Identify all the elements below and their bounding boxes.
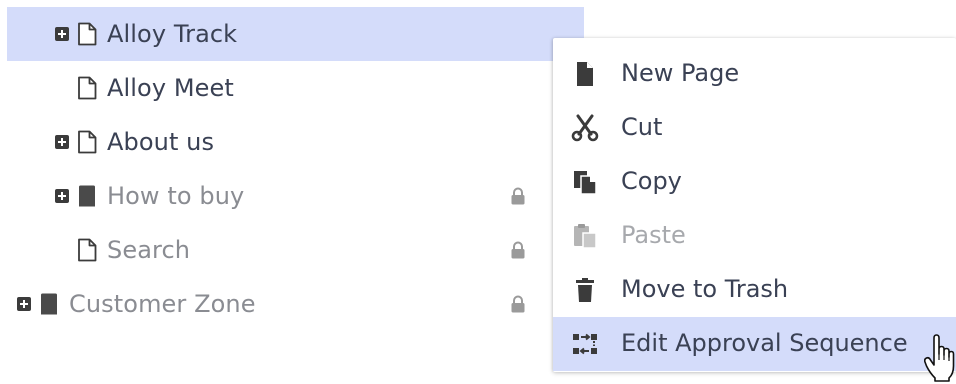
lock-icon xyxy=(511,241,525,259)
cms-page-tree-screen: Alloy Track Alloy Meet About us How to b… xyxy=(0,0,956,384)
menu-item-label: Cut xyxy=(621,113,663,141)
expand-icon[interactable] xyxy=(55,189,69,203)
context-menu: New Page Cut Copy Paste Move to Trash Ed… xyxy=(553,38,956,372)
tree-item-label: Alloy Track xyxy=(107,20,238,48)
tree-item-search[interactable]: Search xyxy=(7,223,584,277)
lock-icon xyxy=(511,295,525,313)
page-icon xyxy=(78,238,97,262)
tree-item-label: Customer Zone xyxy=(69,290,256,318)
menu-item-label: Edit Approval Sequence xyxy=(621,329,908,357)
tree-item-alloy-meet[interactable]: Alloy Meet xyxy=(7,61,584,115)
page-icon xyxy=(78,22,97,46)
menu-item-label: Move to Trash xyxy=(621,275,789,303)
menu-item-label: Paste xyxy=(621,221,686,249)
expand-icon[interactable] xyxy=(55,27,69,41)
trash-icon xyxy=(576,278,594,302)
tree-item-customer-zone[interactable]: Customer Zone xyxy=(7,277,584,331)
tree-item-alloy-track[interactable]: Alloy Track xyxy=(7,7,584,61)
menu-item-paste[interactable]: Paste xyxy=(553,209,956,263)
tree-item-label: About us xyxy=(107,128,215,156)
container-icon xyxy=(41,293,57,315)
lock-icon xyxy=(511,187,525,205)
tree-item-label: Search xyxy=(107,236,191,264)
tree-item-label: How to buy xyxy=(107,182,245,210)
menu-item-label: New Page xyxy=(621,59,740,87)
container-icon xyxy=(79,185,95,207)
page-icon xyxy=(78,130,97,154)
page-tree: Alloy Track Alloy Meet About us How to b… xyxy=(7,7,584,331)
menu-item-new-page[interactable]: New Page xyxy=(553,47,956,101)
tree-item-how-to-buy[interactable]: How to buy xyxy=(7,169,584,223)
menu-item-copy[interactable]: Copy xyxy=(553,155,956,209)
scissors-icon xyxy=(571,114,599,142)
menu-item-move-to-trash[interactable]: Move to Trash xyxy=(553,263,956,317)
expand-icon[interactable] xyxy=(55,135,69,149)
copy-icon xyxy=(574,171,597,195)
page-icon xyxy=(78,76,97,100)
paste-icon xyxy=(574,224,597,249)
menu-item-edit-approval-sequence[interactable]: Edit Approval Sequence xyxy=(553,317,956,371)
tree-item-label: Alloy Meet xyxy=(107,74,234,102)
expand-icon[interactable] xyxy=(17,297,31,311)
menu-item-cut[interactable]: Cut xyxy=(553,101,956,155)
approval-sequence-icon xyxy=(573,333,597,355)
menu-item-label: Copy xyxy=(621,167,682,195)
hand-cursor-icon xyxy=(924,334,955,382)
tree-item-about-us[interactable]: About us xyxy=(7,115,584,169)
new-page-icon xyxy=(577,62,593,86)
